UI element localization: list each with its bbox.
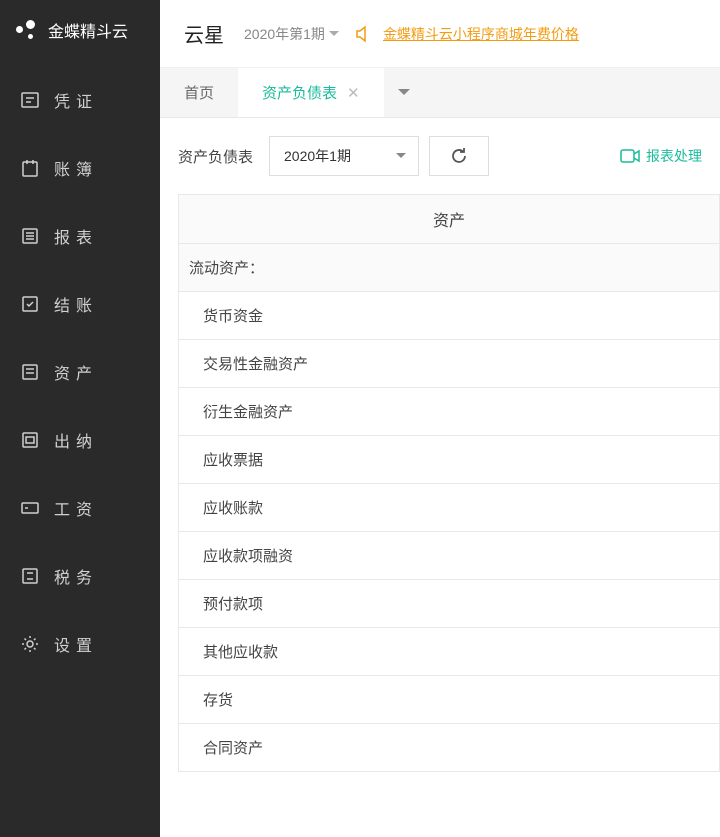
sidebar-item-label: 报表 (54, 224, 98, 248)
report-icon (20, 226, 40, 246)
tab-balance-sheet-label: 资产负债表 (262, 82, 337, 103)
table-cell: 衍生金融资产 (203, 401, 293, 422)
sidebar-item-label: 工资 (54, 496, 98, 520)
table-cell: 存货 (203, 689, 233, 710)
sidebar-item-settings[interactable]: 设置 (0, 610, 160, 678)
period-top-label: 2020年第1期 (244, 24, 325, 44)
table-row[interactable]: 存货 (178, 676, 720, 724)
tab-home-label: 首页 (184, 82, 214, 103)
company-name: 云星 (184, 19, 224, 48)
table-cell: 应收票据 (203, 449, 263, 470)
table-row[interactable]: 应收款项融资 (178, 532, 720, 580)
gear-icon (20, 634, 40, 654)
sidebar-item-label: 资产 (54, 360, 98, 384)
table-row[interactable]: 衍生金融资产 (178, 388, 720, 436)
table-row[interactable]: 应收票据 (178, 436, 720, 484)
close-period-icon (20, 294, 40, 314)
table-cell: 交易性金融资产 (203, 353, 308, 374)
sidebar-item-label: 出纳 (54, 428, 98, 452)
table-row[interactable]: 货币资金 (178, 292, 720, 340)
period-select[interactable]: 2020年1期 (269, 136, 419, 176)
topbar: 云星 2020年第1期 金蝶精斗云小程序商城年费价格 (160, 0, 720, 68)
tab-home[interactable]: 首页 (160, 68, 238, 117)
sidebar-item-asset[interactable]: 资产 (0, 338, 160, 406)
sidebar-item-salary[interactable]: 工资 (0, 474, 160, 542)
table-cell: 其他应收款 (203, 641, 278, 662)
tax-icon (20, 566, 40, 586)
salary-icon (20, 498, 40, 518)
cash-icon (20, 430, 40, 450)
table-row[interactable]: 其他应收款 (178, 628, 720, 676)
period-selector-top[interactable]: 2020年第1期 (244, 24, 339, 44)
sidebar-item-label: 税务 (54, 564, 98, 588)
brand-logo-icon (16, 18, 40, 42)
tab-balance-sheet[interactable]: 资产负债表 ✕ (238, 68, 384, 117)
sidebar-item-label: 结账 (54, 292, 98, 316)
main-area: 云星 2020年第1期 金蝶精斗云小程序商城年费价格 首页 资产负债表 ✕ 资产… (160, 0, 720, 837)
table-row[interactable]: 合同资产 (178, 724, 720, 772)
balance-sheet-table: 资产 流动资产： 货币资金 交易性金融资产 衍生金融资产 应收票据 应收账款 应… (160, 194, 720, 772)
toolbar-title: 资产负债表 (178, 146, 253, 167)
speaker-icon (355, 25, 373, 43)
table-row[interactable]: 预付款项 (178, 580, 720, 628)
caret-down-icon (329, 31, 339, 37)
period-select-value: 2020年1期 (284, 146, 351, 166)
caret-down-icon (396, 153, 406, 159)
sidebar-item-label: 设置 (54, 632, 98, 656)
table-row[interactable]: 交易性金融资产 (178, 340, 720, 388)
report-process-label: 报表处理 (646, 146, 702, 166)
sidebar-item-label: 凭证 (54, 88, 98, 112)
refresh-button[interactable] (429, 136, 489, 176)
table-row[interactable]: 应收账款 (178, 484, 720, 532)
close-icon[interactable]: ✕ (347, 84, 360, 102)
sidebar-item-voucher[interactable]: 凭证 (0, 66, 160, 134)
sidebar-item-cash[interactable]: 出纳 (0, 406, 160, 474)
sidebar-item-report[interactable]: 报表 (0, 202, 160, 270)
table-cell: 货币资金 (203, 305, 263, 326)
table-header-text: 资产 (433, 207, 465, 231)
sidebar-item-close[interactable]: 结账 (0, 270, 160, 338)
sidebar: 金蝶精斗云 凭证 账簿 报表 结账 资产 出纳 (0, 0, 160, 837)
ledger-icon (20, 158, 40, 178)
brand-logo: 金蝶精斗云 (0, 0, 160, 66)
report-process-link[interactable]: 报表处理 (620, 146, 702, 166)
sidebar-item-label: 账簿 (54, 156, 98, 180)
table-cell: 预付款项 (203, 593, 263, 614)
table-section-row: 流动资产： (178, 244, 720, 292)
video-icon (620, 148, 640, 164)
voucher-icon (20, 90, 40, 110)
table-section-label: 流动资产： (189, 257, 264, 278)
table-column-header: 资产 (178, 194, 720, 244)
tabbar: 首页 资产负债表 ✕ (160, 68, 720, 118)
asset-icon (20, 362, 40, 382)
sidebar-item-ledger[interactable]: 账簿 (0, 134, 160, 202)
tab-more-dropdown[interactable] (384, 68, 424, 117)
table-cell: 合同资产 (203, 737, 263, 758)
toolbar: 资产负债表 2020年1期 报表处理 (160, 118, 720, 194)
table-cell: 应收款项融资 (203, 545, 293, 566)
sidebar-item-tax[interactable]: 税务 (0, 542, 160, 610)
table-cell: 应收账款 (203, 497, 263, 518)
brand-name: 金蝶精斗云 (48, 18, 128, 42)
promo-link[interactable]: 金蝶精斗云小程序商城年费价格 (383, 24, 579, 44)
